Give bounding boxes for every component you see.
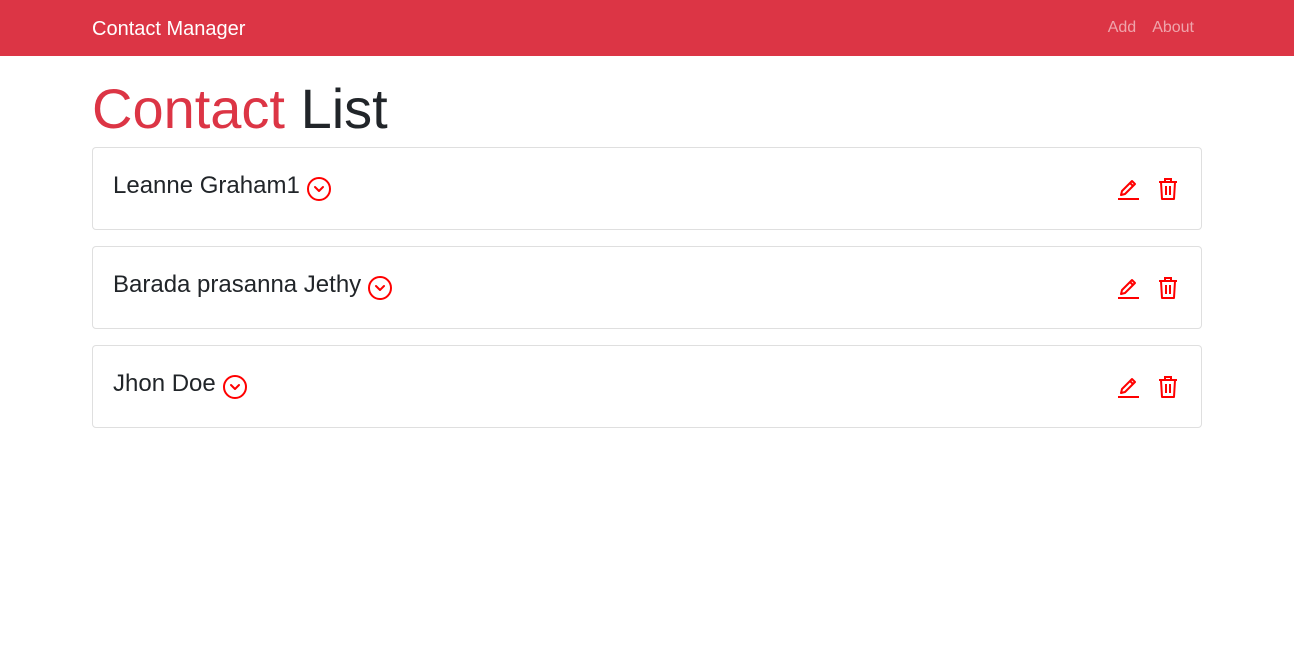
trash-icon[interactable] [1155,176,1181,202]
contact-card: Jhon Doe [92,345,1202,428]
contact-actions [1115,374,1181,400]
nav-link-add[interactable]: Add [1108,18,1136,38]
contact-card: Barada prasanna Jethy [92,246,1202,329]
contact-name-row: Leanne Graham1 [113,170,332,202]
pencil-icon[interactable] [1115,275,1141,301]
contact-actions [1115,176,1181,202]
trash-icon[interactable] [1155,374,1181,400]
contact-name: Leanne Graham1 [113,172,300,199]
trash-icon[interactable] [1155,275,1181,301]
page-title-rest: List [300,77,388,140]
page-title: Contact List [92,76,388,142]
contact-name: Barada prasanna Jethy [113,271,362,298]
pencil-icon[interactable] [1115,176,1141,202]
navbar: Contact Manager Add About [0,0,1294,56]
contact-name: Jhon Doe [113,370,216,397]
nav-link-about[interactable]: About [1152,18,1194,38]
brand-link[interactable]: Contact Manager [92,16,245,42]
nav-links: Add About [1108,18,1194,38]
chevron-down-circle-icon[interactable] [222,374,248,400]
contact-actions [1115,275,1181,301]
page-title-accent: Contact [92,77,285,140]
chevron-down-circle-icon[interactable] [367,275,393,301]
contact-name-row: Barada prasanna Jethy [113,269,393,301]
contact-list: Leanne Graham1 Barada prasanna Jethy Jho… [92,147,1202,444]
pencil-icon[interactable] [1115,374,1141,400]
contact-card: Leanne Graham1 [92,147,1202,230]
chevron-down-circle-icon[interactable] [306,176,332,202]
contact-name-row: Jhon Doe [113,368,248,400]
